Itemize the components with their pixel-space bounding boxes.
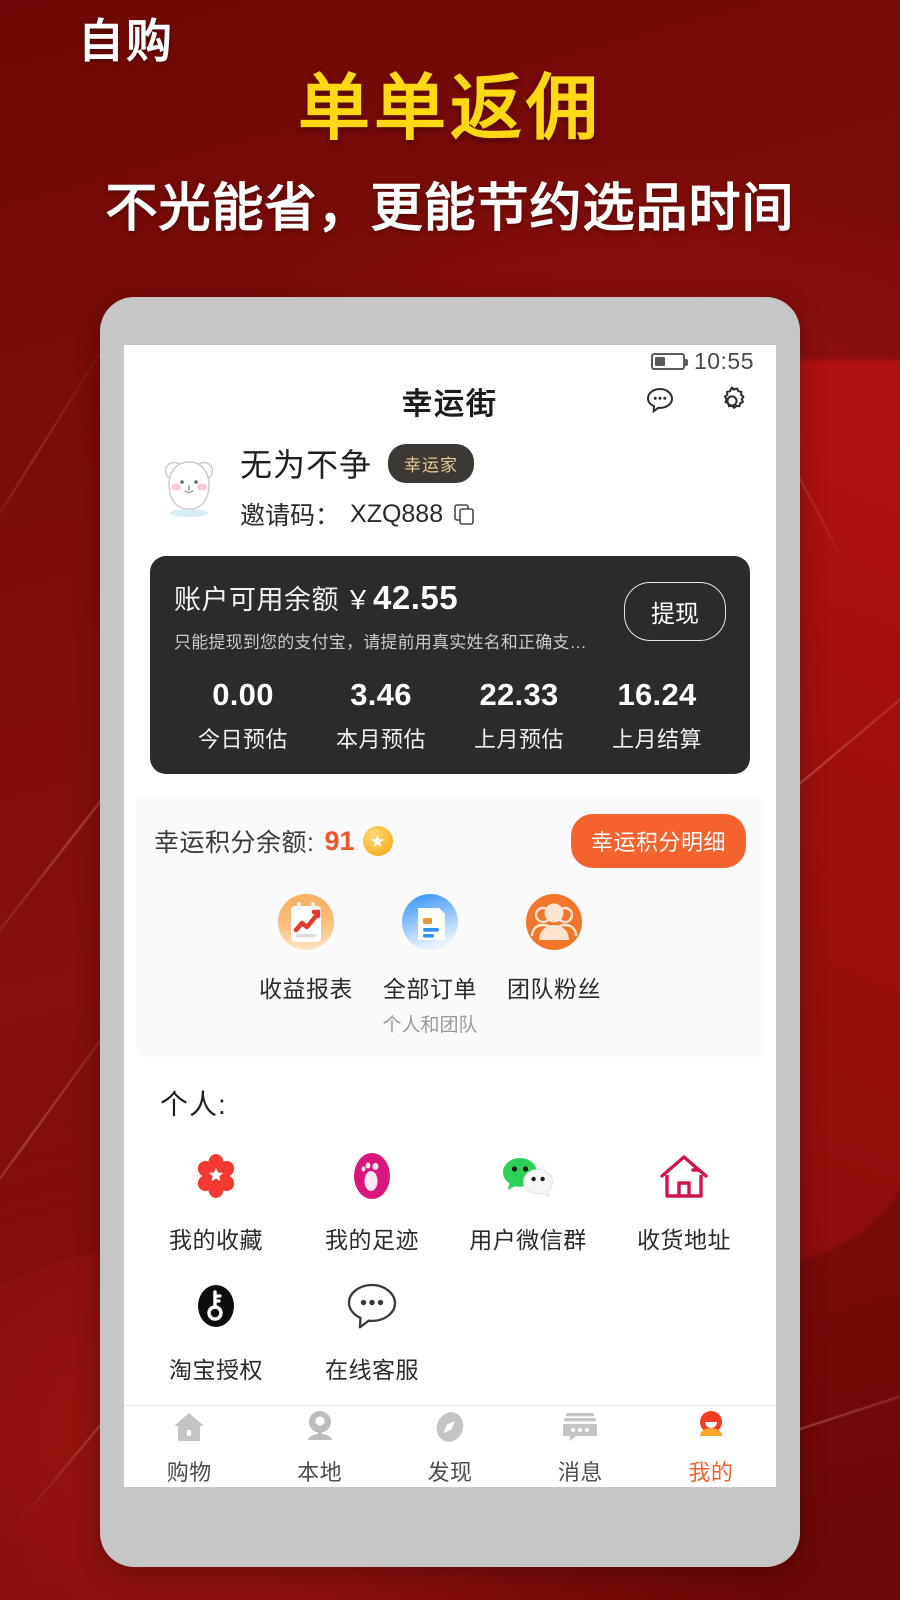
status-bar-time: 10:55 bbox=[693, 347, 754, 374]
earnings-report-icon bbox=[270, 886, 342, 958]
withdraw-button[interactable]: 提现 bbox=[624, 582, 726, 641]
tab-label: 本地 bbox=[297, 1460, 343, 1485]
flower-star-icon bbox=[138, 1145, 294, 1207]
home-address-icon bbox=[606, 1145, 762, 1207]
personal-item-label: 收货地址 bbox=[637, 1227, 731, 1253]
bottom-tab-bar: 购物 本地 发现 消息 我的 bbox=[124, 1405, 776, 1487]
quick-entry-earnings-report[interactable]: 收益报表 bbox=[244, 886, 368, 1037]
status-bar: 10:55 bbox=[124, 345, 776, 377]
location-icon bbox=[254, 1406, 384, 1448]
balance-label: 账户可用余额 bbox=[174, 585, 339, 615]
all-orders-icon bbox=[394, 886, 466, 958]
status-badge: 幸运家 bbox=[388, 443, 475, 483]
personal-item-label: 我的收藏 bbox=[169, 1227, 263, 1253]
profile-username: 无为不争 bbox=[240, 447, 373, 483]
quick-entry-all-orders[interactable]: 全部订单 个人和团队 bbox=[368, 886, 492, 1037]
tab-label: 发现 bbox=[427, 1460, 473, 1485]
tab-messages[interactable]: 消息 bbox=[515, 1406, 645, 1487]
tab-discover[interactable]: 发现 bbox=[385, 1406, 515, 1487]
tab-label: 消息 bbox=[557, 1460, 603, 1485]
personal-section: 个人: 我的收藏 我的足迹 用户微信群 收货地址 淘宝授权 在线客服 bbox=[124, 1057, 776, 1405]
balance-stats: 0.00 今日预估 3.46 本月预估 22.33 上月预估 16.24 上月结… bbox=[174, 677, 726, 754]
currency-symbol: ￥ bbox=[345, 585, 372, 615]
quick-entry-team-fans[interactable]: 团队粉丝 bbox=[492, 886, 616, 1037]
personal-item-label: 用户微信群 bbox=[469, 1227, 587, 1253]
message-bubble-icon[interactable] bbox=[640, 381, 680, 421]
tab-label: 购物 bbox=[166, 1460, 212, 1485]
tab-mine[interactable]: 我的 bbox=[646, 1406, 776, 1487]
stat-label: 上月结算 bbox=[611, 727, 702, 752]
quick-entry-label: 全部订单 bbox=[383, 976, 477, 1002]
phone-screen: 10:55 幸运街 无为不争 幸运家 邀请码： XZQ888 账户可用余额 ￥ … bbox=[124, 345, 776, 1487]
personal-item-address[interactable]: 收货地址 bbox=[606, 1145, 762, 1255]
personal-item-label: 我的足迹 bbox=[325, 1227, 419, 1253]
quick-entry-label: 团队粉丝 bbox=[507, 976, 601, 1002]
stat-value: 0.00 bbox=[212, 677, 274, 712]
home-icon bbox=[124, 1406, 254, 1448]
balance-note: 只能提现到您的支付宝，请提前用真实姓名和正确支… bbox=[174, 633, 587, 652]
stat-value: 16.24 bbox=[617, 677, 697, 712]
stat-value: 3.46 bbox=[350, 677, 412, 712]
quick-entries-row: 收益报表 全部订单 个人和团队 团队粉丝 bbox=[154, 868, 746, 1043]
stat-item[interactable]: 22.33 上月预估 bbox=[450, 677, 588, 754]
person-icon bbox=[646, 1406, 776, 1448]
stat-item[interactable]: 16.24 上月结算 bbox=[588, 677, 726, 754]
points-label: 幸运积分余额: bbox=[154, 829, 315, 857]
personal-item-footprint[interactable]: 我的足迹 bbox=[294, 1145, 450, 1255]
personal-item-favorites[interactable]: 我的收藏 bbox=[138, 1145, 294, 1255]
compass-icon bbox=[385, 1406, 515, 1448]
stat-label: 上月预估 bbox=[473, 727, 564, 752]
quick-entry-label: 收益报表 bbox=[259, 976, 353, 1002]
personal-section-title: 个人: bbox=[160, 1089, 227, 1120]
personal-item-online-support[interactable]: 在线客服 bbox=[294, 1275, 450, 1385]
key-auth-icon bbox=[138, 1275, 294, 1337]
footprint-icon bbox=[294, 1145, 450, 1207]
app-header: 幸运街 bbox=[124, 377, 776, 424]
invite-code-label: 邀请码： bbox=[240, 502, 341, 530]
stat-item[interactable]: 0.00 今日预估 bbox=[174, 677, 312, 754]
personal-item-wechat-group[interactable]: 用户微信群 bbox=[450, 1145, 606, 1255]
stat-label: 本月预估 bbox=[335, 727, 426, 752]
poster-headline: 单单返佣 bbox=[297, 69, 602, 149]
points-detail-button[interactable]: 幸运积分明细 bbox=[570, 814, 746, 868]
stat-item[interactable]: 3.46 本月预估 bbox=[312, 677, 450, 754]
personal-item-taobao-auth[interactable]: 淘宝授权 bbox=[138, 1275, 294, 1385]
battery-icon bbox=[650, 352, 688, 370]
tab-local[interactable]: 本地 bbox=[254, 1406, 384, 1487]
chat-support-icon bbox=[294, 1275, 450, 1337]
personal-item-label: 淘宝授权 bbox=[169, 1357, 263, 1383]
personal-item-label: 在线客服 bbox=[325, 1357, 419, 1383]
stat-label: 今日预估 bbox=[197, 727, 288, 752]
gear-icon[interactable] bbox=[712, 381, 752, 421]
balance-amount: 42.55 bbox=[373, 579, 459, 616]
poster-root: 自购 单单返佣 不光能省，更能节约选品时间 10:55 幸运街 无为不争 幸运家… bbox=[0, 0, 900, 1600]
tab-shopping[interactable]: 购物 bbox=[124, 1406, 254, 1487]
balance-card: 账户可用余额 ￥ 42.55 只能提现到您的支付宝，请提前用真实姓名和正确支… … bbox=[150, 556, 750, 774]
points-value: 91 bbox=[324, 825, 355, 856]
profile-row[interactable]: 无为不争 幸运家 邀请码： XZQ888 bbox=[124, 424, 776, 542]
personal-grid: 我的收藏 我的足迹 用户微信群 收货地址 淘宝授权 在线客服 bbox=[124, 1123, 776, 1405]
wechat-icon bbox=[450, 1145, 606, 1207]
message-icon bbox=[515, 1406, 645, 1448]
star-coin-icon: ★ bbox=[362, 826, 393, 856]
stat-value: 22.33 bbox=[479, 677, 559, 712]
invite-code-value: XZQ888 bbox=[350, 499, 444, 528]
copy-icon[interactable] bbox=[453, 503, 475, 525]
poster-subheadline: 不光能省，更能节约选品时间 bbox=[105, 180, 795, 238]
points-section: 幸运积分余额: 91 ★ 幸运积分明细 收益报表 全部订单 个人和团队 团队粉丝 bbox=[124, 796, 776, 1057]
phone-frame: 10:55 幸运街 无为不争 幸运家 邀请码： XZQ888 账户可用余额 ￥ … bbox=[100, 297, 800, 1567]
team-fans-icon bbox=[518, 886, 590, 958]
quick-entry-sublabel: 个人和团队 bbox=[382, 1015, 478, 1036]
tab-label: 我的 bbox=[688, 1460, 734, 1485]
poster-tag: 自购 bbox=[78, 15, 174, 67]
bear-avatar[interactable] bbox=[152, 449, 226, 523]
